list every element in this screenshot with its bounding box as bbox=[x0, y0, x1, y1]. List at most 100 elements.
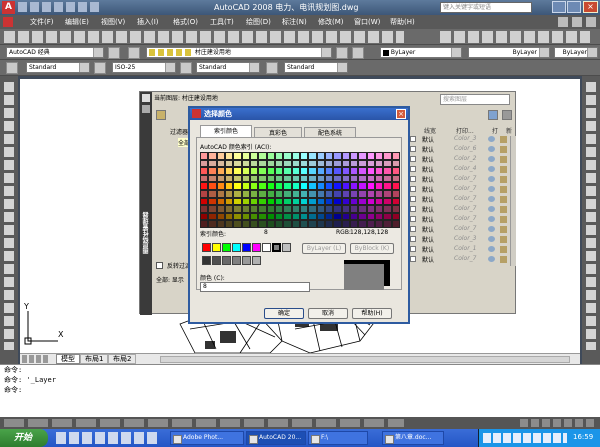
aci-color-cell[interactable] bbox=[358, 152, 367, 160]
tab-layout1[interactable]: 布局1 bbox=[80, 354, 109, 364]
aci-color-cell[interactable] bbox=[375, 197, 384, 206]
standard-toolbar-icons[interactable] bbox=[4, 31, 404, 43]
aci-color-cell[interactable] bbox=[291, 190, 300, 198]
aci-color-cell[interactable] bbox=[333, 197, 342, 206]
aci-color-cell[interactable] bbox=[225, 152, 234, 160]
new-vp-freeze-icon[interactable] bbox=[500, 206, 507, 213]
standard-color-cell[interactable] bbox=[202, 243, 211, 252]
aci-color-cell[interactable] bbox=[233, 190, 242, 198]
new-vp-freeze-icon[interactable] bbox=[500, 256, 507, 263]
plot-toggle-icon[interactable] bbox=[488, 136, 495, 142]
aci-color-cell[interactable] bbox=[208, 205, 217, 213]
aci-color-cell[interactable] bbox=[241, 152, 250, 160]
new-vp-freeze-icon[interactable] bbox=[500, 186, 507, 193]
app-logo-icon[interactable]: A bbox=[2, 1, 15, 14]
aci-color-cell[interactable] bbox=[266, 182, 275, 190]
menu-draw[interactable]: 绘图(D) bbox=[246, 17, 271, 27]
gray-color-cell[interactable] bbox=[242, 256, 251, 265]
aci-color-cell[interactable] bbox=[258, 159, 267, 168]
aci-color-cell[interactable] bbox=[375, 174, 384, 183]
aci-color-cell[interactable] bbox=[333, 205, 342, 213]
linetype-combo[interactable]: ByLayer bbox=[468, 47, 550, 58]
aci-color-cell[interactable] bbox=[258, 182, 267, 190]
status-tray-icons[interactable] bbox=[520, 419, 594, 427]
command-window[interactable]: 命令: 命令: '_Layer 命令: bbox=[0, 364, 600, 417]
aci-color-cell[interactable] bbox=[333, 159, 342, 168]
aci-color-cell[interactable] bbox=[266, 205, 275, 213]
aci-color-cell[interactable] bbox=[350, 205, 359, 213]
layer-row[interactable]: 默认 Color_4 bbox=[410, 165, 510, 174]
aci-color-cell[interactable] bbox=[358, 205, 367, 213]
new-vp-freeze-icon[interactable] bbox=[500, 226, 507, 233]
aci-color-cell[interactable] bbox=[258, 205, 267, 213]
layer-lineweight[interactable]: 默认 bbox=[422, 195, 434, 204]
layer-lineweight[interactable]: 默认 bbox=[422, 165, 434, 174]
aci-color-cell[interactable] bbox=[216, 159, 225, 168]
toolbar-right-icons[interactable] bbox=[440, 31, 590, 43]
aci-color-cell[interactable] bbox=[200, 167, 209, 175]
layer-lineweight[interactable]: 默认 bbox=[422, 145, 434, 154]
quick-launch-icons[interactable] bbox=[56, 432, 160, 444]
aci-color-cell[interactable] bbox=[316, 190, 325, 198]
aci-color-cell[interactable] bbox=[308, 197, 317, 206]
aci-color-cell[interactable] bbox=[375, 205, 384, 213]
aci-color-cell[interactable] bbox=[200, 174, 209, 183]
aci-color-cell[interactable] bbox=[266, 220, 275, 228]
aci-color-cell[interactable] bbox=[216, 197, 225, 206]
quick-access-icons[interactable] bbox=[18, 2, 100, 12]
aci-color-cell[interactable] bbox=[233, 174, 242, 183]
aci-color-cell[interactable] bbox=[358, 190, 367, 198]
aci-color-cell[interactable] bbox=[200, 212, 209, 221]
aci-color-cell[interactable] bbox=[250, 182, 259, 190]
aci-color-cell[interactable] bbox=[258, 174, 267, 183]
aci-color-cell[interactable] bbox=[333, 190, 342, 198]
layer-lineweight[interactable]: 默认 bbox=[422, 235, 434, 244]
new-vp-freeze-icon[interactable] bbox=[500, 166, 507, 173]
aci-color-cell[interactable] bbox=[300, 197, 309, 206]
standard-color-cell[interactable] bbox=[262, 243, 271, 252]
aci-color-cell[interactable] bbox=[383, 182, 392, 190]
palette-close-icon[interactable] bbox=[142, 94, 150, 102]
new-vp-freeze-icon[interactable] bbox=[500, 146, 507, 153]
new-vp-freeze-icon[interactable] bbox=[500, 216, 507, 223]
menu-file[interactable]: 文件(F) bbox=[30, 17, 54, 27]
layer-manager-icon[interactable] bbox=[128, 47, 140, 59]
aci-color-cell[interactable] bbox=[283, 159, 292, 168]
aci-color-cell[interactable] bbox=[316, 197, 325, 206]
aci-color-cell[interactable] bbox=[383, 190, 392, 198]
aci-color-cell[interactable] bbox=[391, 182, 400, 190]
aci-color-cell[interactable] bbox=[283, 152, 292, 160]
layer-search-field[interactable]: 搜索图层 bbox=[440, 94, 510, 105]
aci-color-cell[interactable] bbox=[341, 190, 350, 198]
workspace-settings-icon[interactable] bbox=[108, 47, 120, 59]
aci-color-cell[interactable] bbox=[216, 182, 225, 190]
aci-color-cell[interactable] bbox=[275, 205, 284, 213]
aci-color-cell[interactable] bbox=[366, 205, 375, 213]
aci-color-cell[interactable] bbox=[341, 220, 350, 228]
layer-color-box[interactable] bbox=[410, 196, 416, 202]
layer-row[interactable]: 默认 Color_7 bbox=[410, 195, 510, 204]
aci-color-cell[interactable] bbox=[208, 159, 217, 168]
aci-color-cell[interactable] bbox=[325, 197, 334, 206]
aci-color-cell[interactable] bbox=[341, 212, 350, 221]
doc-window-controls[interactable] bbox=[558, 17, 596, 27]
aci-color-cell[interactable] bbox=[291, 205, 300, 213]
new-property-filter-icon[interactable] bbox=[156, 110, 166, 120]
aci-color-cell[interactable] bbox=[208, 220, 217, 228]
dim-style-combo[interactable]: ISO-25 bbox=[112, 62, 176, 73]
aci-color-cell[interactable] bbox=[291, 212, 300, 221]
standard-color-cell[interactable] bbox=[232, 243, 241, 252]
new-vp-freeze-icon[interactable] bbox=[500, 246, 507, 253]
aci-color-cell[interactable] bbox=[275, 174, 284, 183]
aci-color-cell[interactable] bbox=[241, 182, 250, 190]
aci-color-cell[interactable] bbox=[275, 182, 284, 190]
aci-color-cell[interactable] bbox=[391, 174, 400, 183]
text-style-combo[interactable]: Standard bbox=[26, 62, 90, 73]
menu-view[interactable]: 视图(V) bbox=[101, 17, 125, 27]
aci-color-cell[interactable] bbox=[225, 190, 234, 198]
aci-color-cell[interactable] bbox=[350, 197, 359, 206]
aci-color-cell[interactable] bbox=[275, 212, 284, 221]
standard-color-cell[interactable] bbox=[242, 243, 251, 252]
aci-color-cell[interactable] bbox=[375, 182, 384, 190]
aci-color-cell[interactable] bbox=[225, 212, 234, 221]
